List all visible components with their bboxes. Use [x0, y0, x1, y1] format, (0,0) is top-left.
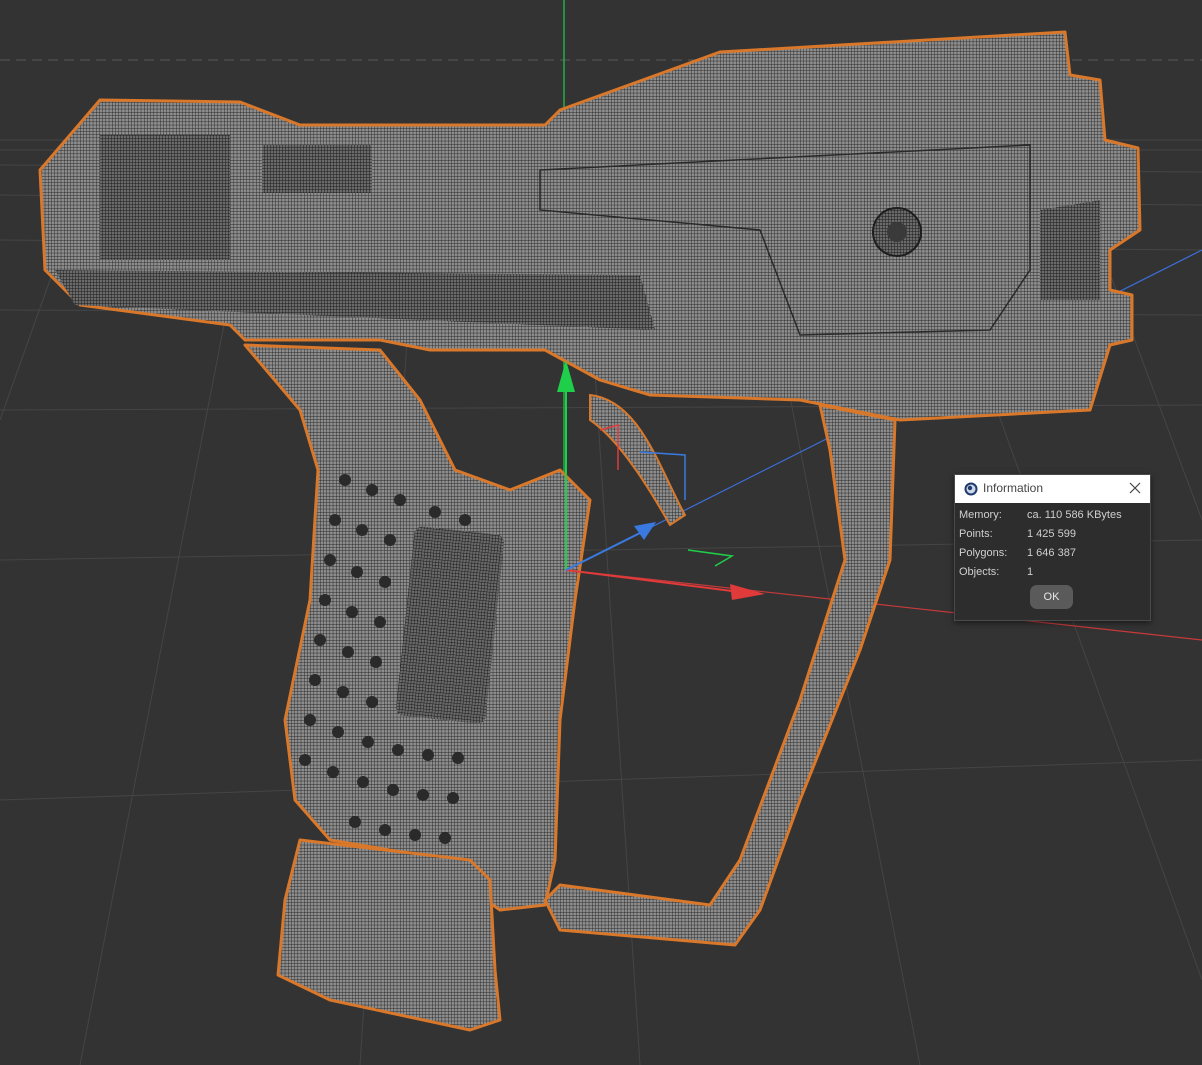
dialog-title: Information [983, 481, 1044, 495]
info-label: Points: [959, 528, 993, 540]
gizmo-z-arrow [634, 522, 656, 540]
info-value: 1 425 599 [1027, 528, 1076, 540]
dialog-titlebar[interactable]: Information [955, 475, 1150, 503]
info-row-points: Points: 1 425 599 [959, 528, 1149, 544]
close-icon[interactable] [1127, 480, 1143, 496]
cinema4d-icon [964, 482, 978, 496]
pistol-magazine [276, 838, 502, 1032]
info-label: Memory: [959, 509, 1002, 521]
gizmo-x-arrow [730, 584, 765, 600]
info-row-polygons: Polygons: 1 646 387 [959, 547, 1149, 563]
gizmo-green-handle [687, 549, 735, 567]
info-value: ca. 110 586 KBytes [1027, 509, 1122, 521]
information-dialog: Information Memory: ca. 110 586 KBytes P… [954, 474, 1151, 621]
info-row-objects: Objects: 1 [959, 566, 1149, 582]
ok-button[interactable]: OK [1030, 585, 1073, 609]
info-label: Objects: [959, 566, 1000, 578]
info-value: 1 646 387 [1027, 547, 1076, 559]
info-row-memory: Memory: ca. 110 586 KBytes [959, 509, 1149, 525]
3d-viewport[interactable]: Information Memory: ca. 110 586 KBytes P… [0, 0, 1202, 1065]
info-value: 1 [1027, 566, 1034, 578]
trigger-guard [543, 403, 897, 947]
info-label: Polygons: [959, 547, 1008, 559]
